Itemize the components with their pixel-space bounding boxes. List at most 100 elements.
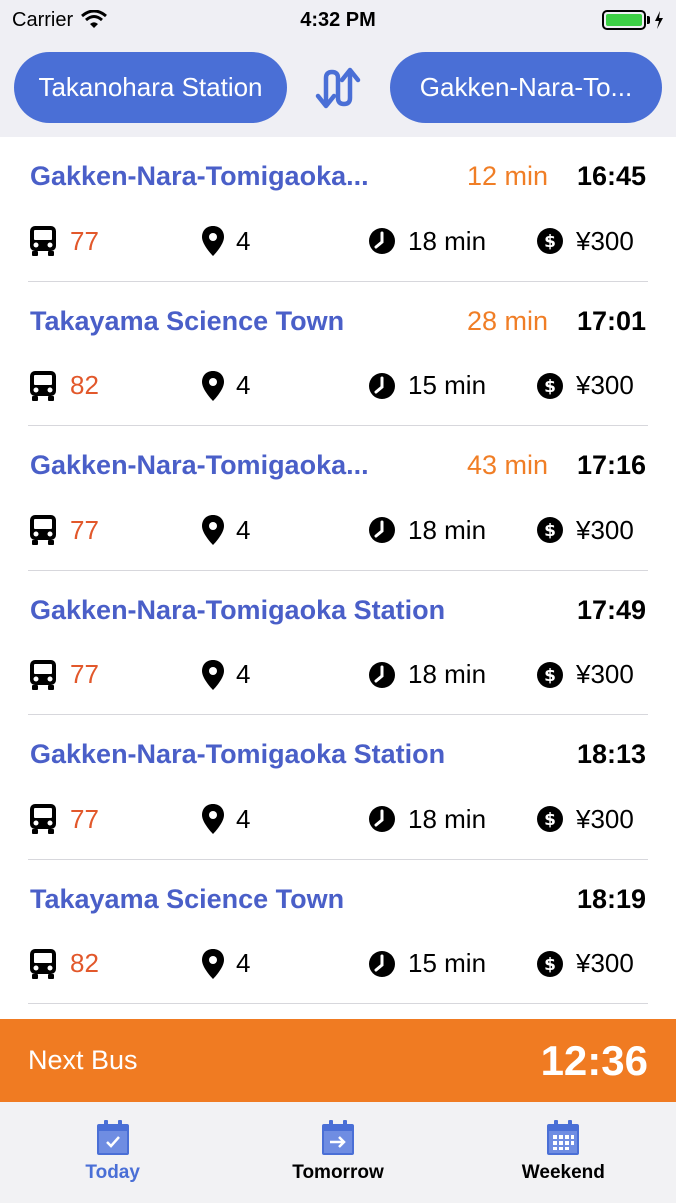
tab-weekend[interactable]: Weekend xyxy=(451,1102,676,1203)
fare-amount: ¥300 xyxy=(576,659,634,689)
next-bus-banner: Next Bus 12:36 xyxy=(0,1019,676,1102)
map-pin-icon xyxy=(202,804,224,834)
destination-station-button[interactable]: Gakken-Nara-To... xyxy=(390,52,662,123)
travel-duration: 18 min xyxy=(408,803,487,834)
status-bar: Carrier 4:32 PM xyxy=(0,0,676,40)
map-pin-icon xyxy=(202,515,224,545)
travel-duration: 15 min xyxy=(408,948,487,978)
route-number: 82 xyxy=(70,948,99,978)
stops-cell: 4 xyxy=(202,368,250,404)
fare-dollar-icon: $ xyxy=(536,950,564,978)
fare-cell: $ ¥300 xyxy=(536,368,634,404)
stops-cell: 4 xyxy=(202,223,250,259)
fare-amount: ¥300 xyxy=(576,948,634,978)
map-pin-icon xyxy=(202,948,224,979)
tab-bar: Today Tomorrow Weekend xyxy=(0,1102,676,1203)
destination-label: Gakken-Nara-Tomigaoka Station xyxy=(30,739,446,769)
fare-dollar-icon: $ xyxy=(536,227,564,255)
travel-duration: 15 min xyxy=(408,370,487,400)
bus-icon xyxy=(28,659,58,691)
clock-icon xyxy=(368,516,396,544)
duration-cell: 18 min xyxy=(368,657,486,693)
departure-row[interactable]: Takayama Science Town 28 min 17:01 82 4 … xyxy=(28,282,648,426)
route-number: 77 xyxy=(70,659,99,689)
route-header: Takanohara Station Gakken-Nara-To... xyxy=(0,40,676,137)
fare-dollar-icon: $ xyxy=(536,805,564,833)
destination-label: Takayama Science Town xyxy=(30,883,345,914)
stop-count: 4 xyxy=(236,659,251,689)
route-number: 82 xyxy=(70,370,99,400)
fare-dollar-icon: $ xyxy=(536,372,564,400)
tab-label: Tomorrow xyxy=(292,1162,384,1183)
tab-label: Today xyxy=(85,1162,140,1183)
tab-tomorrow[interactable]: Tomorrow xyxy=(225,1102,450,1203)
travel-duration: 18 min xyxy=(408,514,487,545)
calendar-check-icon xyxy=(93,1118,133,1158)
svg-text:$: $ xyxy=(544,377,556,397)
route-cell: 77 xyxy=(28,512,99,548)
departure-row[interactable]: Takayama Science Town 18:19 82 4 15 min … xyxy=(28,860,648,1004)
fare-amount: ¥300 xyxy=(576,803,634,834)
fare-cell: $ ¥300 xyxy=(536,512,634,548)
travel-duration: 18 min xyxy=(408,659,487,689)
fare-cell: $ ¥300 xyxy=(536,657,634,693)
route-cell: 77 xyxy=(28,223,99,259)
stop-count: 4 xyxy=(236,225,251,256)
map-pin-icon xyxy=(202,659,224,690)
route-number: 77 xyxy=(70,225,99,256)
stops-cell: 4 xyxy=(202,657,250,693)
stop-count: 4 xyxy=(236,803,251,834)
map-pin-icon xyxy=(202,226,224,256)
departure-row[interactable]: Gakken-Nara-Tomigaoka... 43 min 17:16 77… xyxy=(28,426,648,571)
destination-label: Gakken-Nara-Tomigaoka... xyxy=(30,450,369,480)
svg-text:$: $ xyxy=(544,810,556,830)
stop-count: 4 xyxy=(236,948,251,978)
bus-icon xyxy=(28,803,58,835)
departure-time: 17:16 xyxy=(576,450,646,480)
route-number: 77 xyxy=(70,514,99,545)
departure-time: 17:01 xyxy=(576,305,646,336)
departure-time: 16:45 xyxy=(576,161,646,191)
clock-icon xyxy=(368,805,396,833)
fare-amount: ¥300 xyxy=(576,225,634,256)
next-bus-label: Next Bus xyxy=(28,1045,138,1075)
swap-direction-button[interactable] xyxy=(312,64,364,112)
svg-text:$: $ xyxy=(544,521,556,541)
tab-today[interactable]: Today xyxy=(0,1102,225,1203)
carrier-label: Carrier xyxy=(12,8,74,31)
fare-amount: ¥300 xyxy=(576,514,634,545)
clock-icon xyxy=(368,227,396,255)
departure-row[interactable]: Gakken-Nara-Tomigaoka... 12 min 16:45 77… xyxy=(28,137,648,282)
route-cell: 77 xyxy=(28,801,99,837)
map-pin-icon xyxy=(202,370,224,401)
bus-icon xyxy=(28,514,58,546)
bus-icon xyxy=(28,370,58,402)
duration-cell: 18 min xyxy=(368,223,486,259)
departure-time: 17:49 xyxy=(576,594,646,625)
route-cell: 82 xyxy=(28,946,99,982)
fare-cell: $ ¥300 xyxy=(536,223,634,259)
fare-amount: ¥300 xyxy=(576,370,634,400)
fare-dollar-icon: $ xyxy=(536,516,564,544)
departure-time: 18:13 xyxy=(576,739,646,769)
destination-label: Takayama Science Town xyxy=(30,305,345,336)
clock-icon xyxy=(368,661,396,689)
calendar-arrow-icon xyxy=(318,1118,358,1158)
departure-row[interactable]: Gakken-Nara-Tomigaoka Station 17:49 77 4… xyxy=(28,571,648,715)
stops-cell: 4 xyxy=(202,801,250,837)
destination-label: Gakken-Nara-Tomigaoka... xyxy=(30,161,369,191)
wait-time: 43 min xyxy=(466,450,548,480)
departure-list: Gakken-Nara-Tomigaoka... 12 min 16:45 77… xyxy=(0,137,676,1004)
departure-row[interactable]: Gakken-Nara-Tomigaoka Station 18:13 77 4… xyxy=(28,715,648,860)
clock-icon xyxy=(368,372,396,400)
departure-time: 18:19 xyxy=(576,883,646,914)
route-cell: 82 xyxy=(28,368,99,404)
wait-time: 12 min xyxy=(466,161,548,191)
svg-text:$: $ xyxy=(544,666,556,686)
duration-cell: 18 min xyxy=(368,801,486,837)
origin-station-button[interactable]: Takanohara Station xyxy=(14,52,287,123)
stops-cell: 4 xyxy=(202,946,250,982)
next-bus-countdown: 12:36 xyxy=(540,1036,648,1084)
svg-text:$: $ xyxy=(544,232,556,252)
tab-label: Weekend xyxy=(521,1162,605,1183)
